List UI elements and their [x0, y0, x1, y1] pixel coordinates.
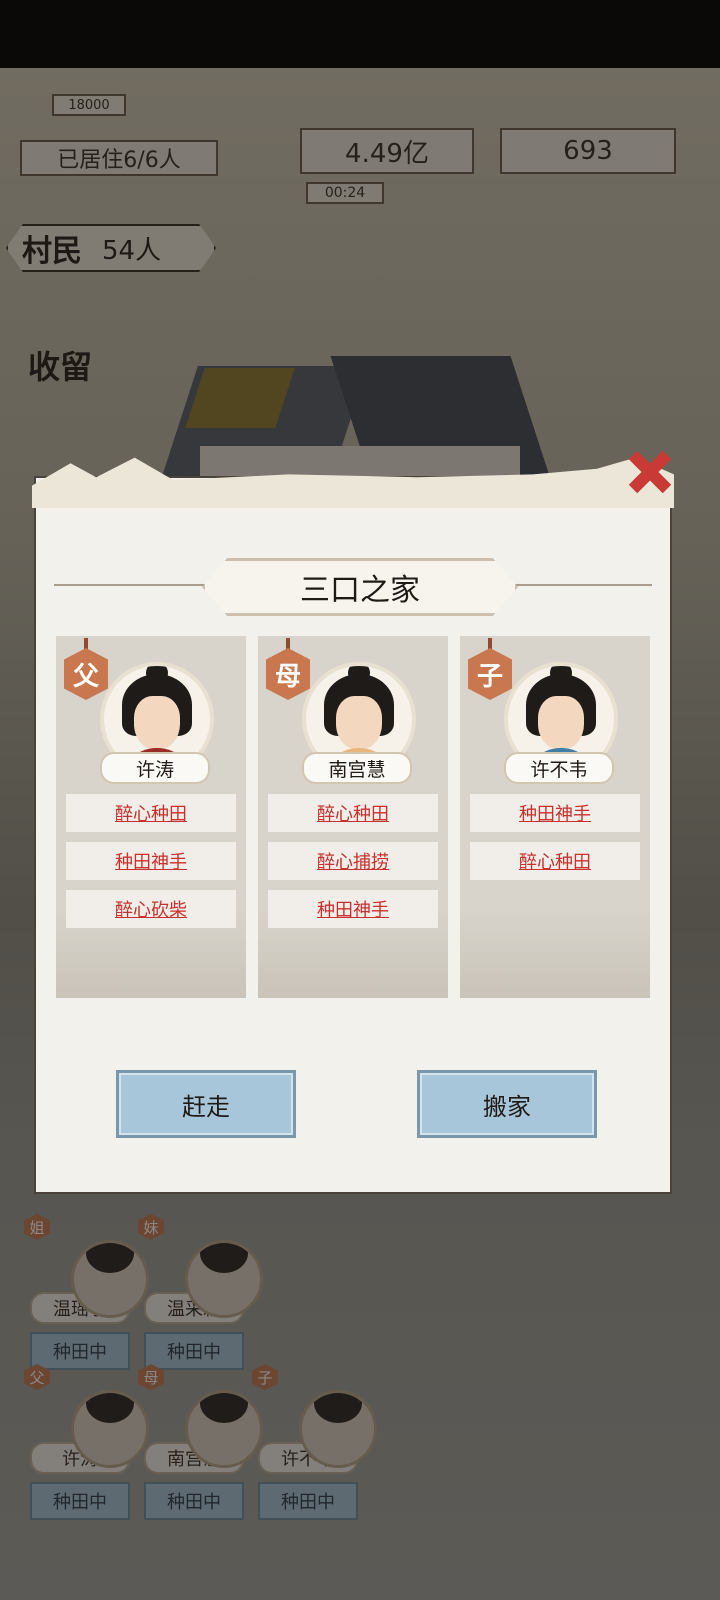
hair-bun — [146, 666, 168, 684]
member-card-son: 子 许不韦 种田神手 醉心种田 — [460, 636, 650, 998]
trait-link[interactable]: 醉心捕捞 — [268, 842, 438, 880]
face — [336, 696, 382, 750]
member-name: 许涛 — [100, 752, 210, 784]
hair-bun — [348, 666, 370, 684]
member-card-father: 父 许涛 醉心种田 种田神手 醉心砍柴 — [56, 636, 246, 998]
move-button[interactable]: 搬家 — [417, 1070, 597, 1138]
hair-bun — [550, 666, 572, 684]
role-badge: 母 — [266, 648, 310, 700]
move-button-label: 搬家 — [483, 1092, 531, 1121]
face — [538, 696, 584, 750]
dialog-title: 三口之家 — [202, 558, 518, 616]
trait-link[interactable]: 种田神手 — [470, 794, 640, 832]
family-dialog: 三口之家 父 许涛 醉心种田 种田神手 醉心砍柴 母 南宫慧 醉心种田 醉心捕捞… — [32, 457, 674, 1192]
dialog-title-text: 三口之家 — [300, 573, 420, 608]
face — [134, 696, 180, 750]
evict-button-label: 赶走 — [182, 1092, 230, 1121]
member-name: 南宫慧 — [302, 752, 412, 784]
trait-link[interactable]: 种田神手 — [268, 890, 438, 928]
trait-link[interactable]: 醉心种田 — [66, 794, 236, 832]
role-badge: 子 — [468, 648, 512, 700]
trait-link[interactable]: 醉心砍柴 — [66, 890, 236, 928]
trait-link[interactable]: 种田神手 — [66, 842, 236, 880]
trait-link[interactable]: 醉心种田 — [470, 842, 640, 880]
close-icon[interactable] — [622, 444, 676, 498]
member-card-mother: 母 南宫慧 醉心种田 醉心捕捞 种田神手 — [258, 636, 448, 998]
evict-button[interactable]: 赶走 — [116, 1070, 296, 1138]
role-badge: 父 — [64, 648, 108, 700]
trait-link[interactable]: 醉心种田 — [268, 794, 438, 832]
member-name: 许不韦 — [504, 752, 614, 784]
